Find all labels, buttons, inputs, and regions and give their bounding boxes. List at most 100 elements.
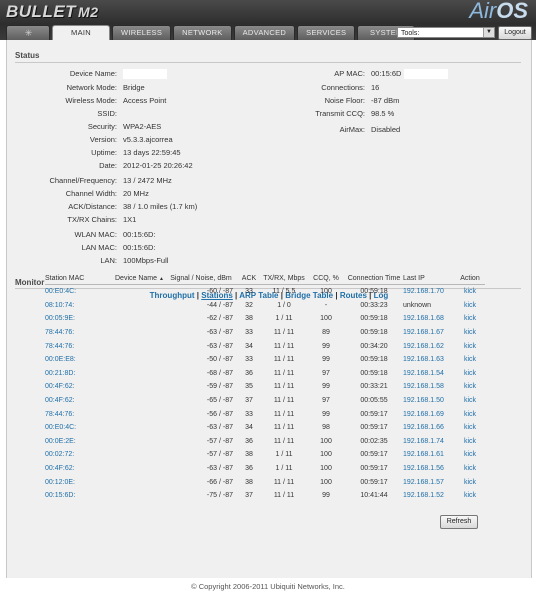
tools-select[interactable]: Tools: ▼ [397,27,495,38]
cell-action-kick[interactable]: kick [455,312,485,326]
column-header-label: CCQ, % [313,275,339,282]
cell-action-kick[interactable]: kick [455,407,485,421]
cell-last-ip[interactable]: 192.168.1.69 [403,407,455,421]
cell-signal-noise: -63 / -87 [206,424,233,432]
cell-device-name [115,407,165,421]
cell-station-mac[interactable]: 08:10:74: [45,299,115,313]
cell-station-mac[interactable]: 00:21:8D: [45,367,115,381]
table-row: 00:4F:62: -65 / -87 37 11 / 11 97 00:05:55 192… [45,394,485,408]
cell-connection-time: 00:59:18 [360,356,388,364]
cell-station-mac[interactable]: 00:02:72: [45,448,115,462]
cell-action-kick[interactable]: kick [455,421,485,435]
cell-station-mac[interactable]: 00:4F:62: [45,380,115,394]
cell-last-ip[interactable]: 192.168.1.68 [403,312,455,326]
cell-connection-time: 00:33:23 [360,301,388,309]
cell-station-mac[interactable]: 00:0E:2E: [45,435,115,449]
cell-signal-noise: -57 / -87 [206,437,233,445]
cell-ccq: 97 [322,397,330,405]
cell-station-mac[interactable]: 00:15:6D: [45,489,115,503]
cell-action-kick[interactable]: kick [455,326,485,340]
cell-last-ip[interactable]: 192.168.1.50 [403,394,455,408]
cell-station-mac[interactable]: 00:E0:4C: [45,421,115,435]
cell-action-kick[interactable]: kick [455,299,485,313]
cell-station-mac[interactable]: 00:12:0E: [45,475,115,489]
brand-prefix: Air [469,0,497,23]
column-header-ccq[interactable]: CCQ, % [307,273,345,285]
column-header-tx-rx-mbps[interactable]: TX/RX, Mbps [261,273,307,285]
cell-last-ip[interactable]: 192.168.1.66 [403,421,455,435]
column-header-device-name[interactable]: Device Name ▲ [115,273,165,285]
cell-last-ip[interactable]: unknown [403,299,455,313]
cell-station-mac[interactable]: 00:4F:62: [45,394,115,408]
refresh-button[interactable]: Refresh [440,515,478,529]
tab-main[interactable]: MAIN [52,25,110,41]
tab-network[interactable]: NETWORK [173,25,232,40]
cell-action-kick[interactable]: kick [455,475,485,489]
cell-action-kick[interactable]: kick [455,367,485,381]
status-value-text-airmax: Disabled [371,125,401,134]
logout-button[interactable]: Logout [498,26,532,40]
cell-last-ip[interactable]: 192.168.1.58 [403,380,455,394]
cell-action-kick[interactable]: kick [455,448,485,462]
cell-ccq: 99 [322,342,330,350]
cell-ccq: 100 [320,315,332,323]
cell-last-ip[interactable]: 192.168.1.54 [403,367,455,381]
tab-wireless[interactable]: WIRELESS [112,25,172,40]
cell-action-kick[interactable]: kick [455,394,485,408]
column-header-signal-noise-dbm[interactable]: Signal / Noise, dBm [165,273,237,285]
status-value-ack-distance: 38 / 1.0 miles (1.7 km) [123,202,198,211]
cell-last-ip[interactable]: 192.168.1.56 [403,462,455,476]
cell-station-mac[interactable]: 00:05:9E: [45,312,115,326]
column-header-station-mac[interactable]: Station MAC [45,273,115,285]
cell-station-mac[interactable]: 00:4F:62: [45,462,115,476]
status-value-text-ap-mac: 00:15:6D [371,69,402,78]
cell-device-name [115,299,165,313]
status-value-uptime: 13 days 22:59:45 [123,148,181,157]
cell-last-ip[interactable]: 192.168.1.67 [403,326,455,340]
cell-station-mac[interactable]: 00:E0:4C: [45,285,115,299]
tab-services[interactable]: SERVICES [297,25,356,40]
status-value-ap-mac: 00:15:6D [371,69,449,80]
cell-last-ip[interactable]: 192.168.1.52 [403,489,455,503]
cell-connection-time: 00:59:17 [360,451,388,459]
cell-connection-time: 00:59:17 [360,465,388,473]
column-header-last-ip[interactable]: Last IP [403,273,455,285]
cell-last-ip[interactable]: 192.168.1.61 [403,448,455,462]
cell-action-kick[interactable]: kick [455,353,485,367]
cell-station-mac[interactable]: 00:0E:E8: [45,353,115,367]
cell-station-mac[interactable]: 78:44:76: [45,326,115,340]
column-header-action[interactable]: Action [455,273,485,285]
cell-action-kick[interactable]: kick [455,435,485,449]
table-row: 78:44:76: -63 / -87 33 11 / 11 89 00:59:18 192… [45,326,485,340]
status-label-date: Date: [99,161,117,170]
status-value-text-transmit-ccq: 98.5 % [371,109,395,118]
cell-tx-rx: 11 / 11 [273,478,295,486]
cell-action-kick[interactable]: kick [455,285,485,299]
cell-last-ip[interactable]: 192.168.1.74 [403,435,455,449]
cell-action-kick[interactable]: kick [455,462,485,476]
column-header-label: Signal / Noise, dBm [170,275,232,282]
cell-action-kick[interactable]: kick [455,489,485,503]
monitor-title: Monitor [15,278,45,287]
column-header-ack[interactable]: ACK [237,273,261,285]
table-row: 00:05:9E: -62 / -87 38 1 / 11 100 00:59:18 192… [45,312,485,326]
cell-action-kick[interactable]: kick [455,339,485,353]
cell-station-mac[interactable]: 78:44:76: [45,339,115,353]
cell-last-ip[interactable]: 192.168.1.57 [403,475,455,489]
cell-last-ip[interactable]: 192.168.1.70 [403,285,455,299]
cell-signal-noise: -50 / -87 [206,356,233,364]
cell-last-ip[interactable]: 192.168.1.62 [403,339,455,353]
cell-action-kick[interactable]: kick [455,380,485,394]
cell-device-name [115,326,165,340]
column-header-connection-time[interactable]: Connection Time [345,273,403,285]
tab-advanced[interactable]: ADVANCED [233,25,296,40]
status-value-connections: 16 [371,83,379,92]
cell-ack: 34 [245,424,253,432]
tab-ubnt[interactable]: ✳ [6,25,50,40]
cell-device-name [115,448,165,462]
cell-station-mac[interactable]: 78:44:76: [45,407,115,421]
cell-ack: 35 [245,383,253,391]
brand-suffix: OS [496,0,528,23]
cell-last-ip[interactable]: 192.168.1.63 [403,353,455,367]
table-row: 00:E0:4C: -60 / -87 33 11 / 5.5 100 00:59:18 1… [45,285,485,299]
